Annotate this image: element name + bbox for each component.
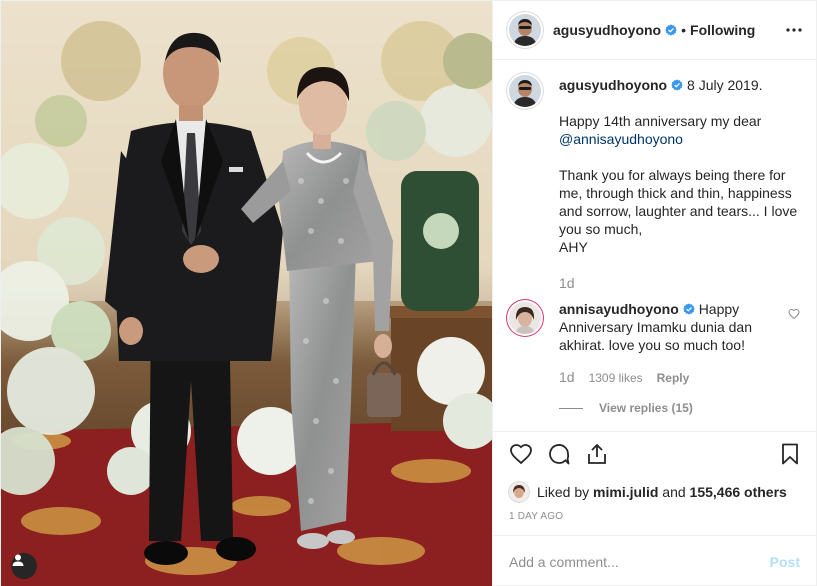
verified-badge-icon bbox=[665, 24, 677, 36]
comment-heart-icon[interactable] bbox=[788, 308, 800, 320]
reply-button[interactable]: Reply bbox=[657, 369, 690, 387]
caption-text: agusyudhoyono 8 July 2019. Happy 14th an… bbox=[559, 76, 800, 292]
author-avatar[interactable] bbox=[509, 14, 541, 46]
commenter-username[interactable]: annisayudhoyono bbox=[559, 301, 679, 317]
caption-date: 8 July 2019. bbox=[687, 77, 763, 93]
heart-icon[interactable] bbox=[507, 440, 535, 468]
comment-text: annisayudhoyono Happy Anniversary Imamku… bbox=[559, 300, 788, 417]
comment-likes[interactable]: 1309 likes bbox=[589, 369, 643, 387]
caption-mention-link[interactable]: @annisayudhoyono bbox=[559, 131, 683, 147]
verified-badge-icon bbox=[683, 303, 695, 315]
caption-age: 1d bbox=[559, 275, 575, 291]
user-tag-icon[interactable] bbox=[11, 553, 37, 579]
more-options-icon[interactable] bbox=[782, 18, 806, 42]
verified-badge-icon bbox=[671, 79, 683, 91]
post-header: agusyudhoyono • Following bbox=[493, 1, 816, 60]
liker-avatar[interactable] bbox=[509, 482, 529, 502]
comment-age: 1d bbox=[559, 369, 575, 385]
caption-author-avatar[interactable] bbox=[509, 75, 541, 107]
add-comment-bar: Post bbox=[493, 535, 816, 586]
comment-meta: 1d 1309 likes Reply bbox=[559, 368, 784, 387]
view-replies-line bbox=[559, 407, 583, 409]
comment-input[interactable] bbox=[509, 553, 770, 570]
action-bar bbox=[493, 431, 816, 471]
post-photo[interactable] bbox=[1, 1, 492, 586]
caption-signoff: AHY bbox=[559, 239, 588, 255]
comment-icon[interactable] bbox=[545, 440, 573, 468]
separator-dot: • bbox=[681, 22, 687, 38]
view-replies-label: View replies (15) bbox=[599, 401, 693, 415]
comments-section: agusyudhoyono 8 July 2019. Happy 14th an… bbox=[493, 60, 816, 431]
likes-others-link[interactable]: 155,466 others bbox=[690, 484, 787, 500]
comment-item: annisayudhoyono Happy Anniversary Imamku… bbox=[509, 300, 800, 417]
caption-paragraph-2: Thank you for always being there for me,… bbox=[559, 167, 798, 237]
author-username[interactable]: agusyudhoyono bbox=[553, 22, 661, 38]
caption-line-1: Happy 14th anniversary my dear bbox=[559, 113, 762, 129]
likes-summary: Liked by mimi.julid and 155,466 others bbox=[493, 471, 816, 505]
post-caption: agusyudhoyono 8 July 2019. Happy 14th an… bbox=[509, 75, 800, 292]
instagram-post: agusyudhoyono • Following agusyudhoyono … bbox=[0, 0, 817, 586]
likes-and: and bbox=[662, 484, 686, 500]
post-timestamp: 1 DAY AGO bbox=[509, 511, 564, 522]
photo-illustration bbox=[1, 1, 492, 586]
post-details-panel: agusyudhoyono • Following agusyudhoyono … bbox=[492, 1, 816, 586]
share-icon[interactable] bbox=[583, 440, 611, 468]
caption-author-username[interactable]: agusyudhoyono bbox=[559, 77, 667, 93]
view-replies-button[interactable]: View replies (15) bbox=[559, 399, 784, 417]
likes-prefix: Liked by bbox=[537, 484, 590, 500]
bookmark-icon[interactable] bbox=[776, 440, 804, 468]
liker-username[interactable]: mimi.julid bbox=[593, 484, 658, 500]
following-button[interactable]: Following bbox=[690, 22, 755, 38]
post-comment-button[interactable]: Post bbox=[770, 554, 800, 570]
commenter-avatar[interactable] bbox=[509, 302, 541, 334]
